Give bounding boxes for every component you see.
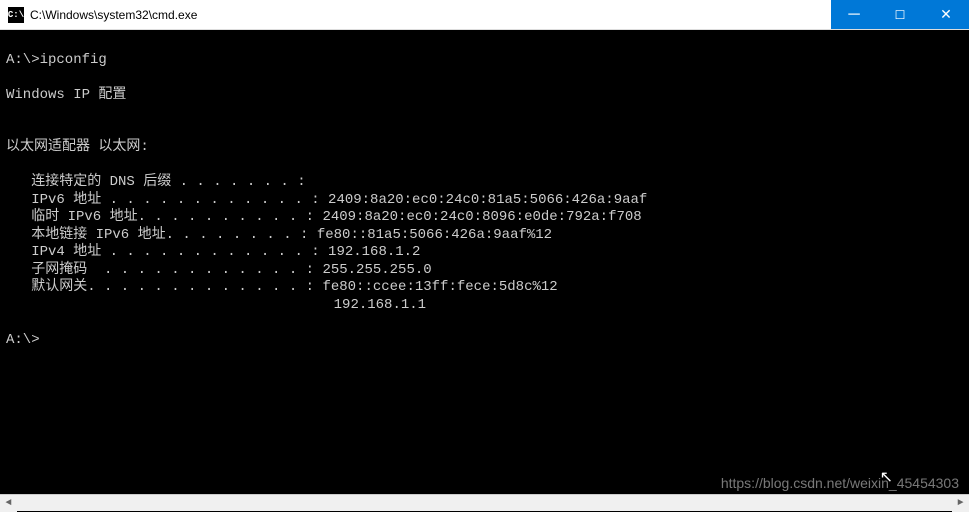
cmd-icon: C:\: [8, 7, 24, 23]
scroll-right-arrow[interactable]: ►: [952, 495, 969, 512]
watermark-text: https://blog.csdn.net/weixin_45454303: [721, 475, 959, 491]
window-controls: ─ ☐ ✕: [831, 0, 969, 29]
terminal-line: 192.168.1.1: [6, 297, 426, 313]
terminal-line: IPv4 地址 . . . . . . . . . . . . : 192.16…: [6, 244, 420, 260]
terminal-line: 默认网关. . . . . . . . . . . . . : fe80::cc…: [6, 279, 558, 295]
scroll-left-arrow[interactable]: ◄: [0, 495, 17, 512]
terminal-line: Windows IP 配置: [6, 87, 126, 103]
terminal-line: 本地链接 IPv6 地址. . . . . . . . : fe80::81a5…: [6, 227, 552, 243]
terminal-line: 连接特定的 DNS 后缀 . . . . . . . :: [6, 174, 306, 190]
terminal-line: 临时 IPv6 地址. . . . . . . . . . : 2409:8a2…: [6, 209, 642, 225]
titlebar: C:\ C:\Windows\system32\cmd.exe ─ ☐ ✕: [0, 0, 969, 30]
close-button[interactable]: ✕: [923, 0, 969, 29]
terminal-line: A:\>ipconfig: [6, 52, 107, 68]
window-title: C:\Windows\system32\cmd.exe: [30, 8, 831, 22]
terminal-line: A:\>: [6, 332, 40, 348]
terminal-line: IPv6 地址 . . . . . . . . . . . . : 2409:8…: [6, 192, 647, 208]
terminal-output[interactable]: A:\>ipconfig Windows IP 配置 以太网适配器 以太网: 连…: [0, 30, 969, 494]
horizontal-scrollbar[interactable]: ◄ ►: [0, 494, 969, 511]
minimize-button[interactable]: ─: [831, 0, 877, 29]
maximize-button[interactable]: ☐: [877, 0, 923, 29]
terminal-line: 以太网适配器 以太网:: [6, 139, 149, 155]
terminal-line: 子网掩码 . . . . . . . . . . . . : 255.255.2…: [6, 262, 432, 278]
